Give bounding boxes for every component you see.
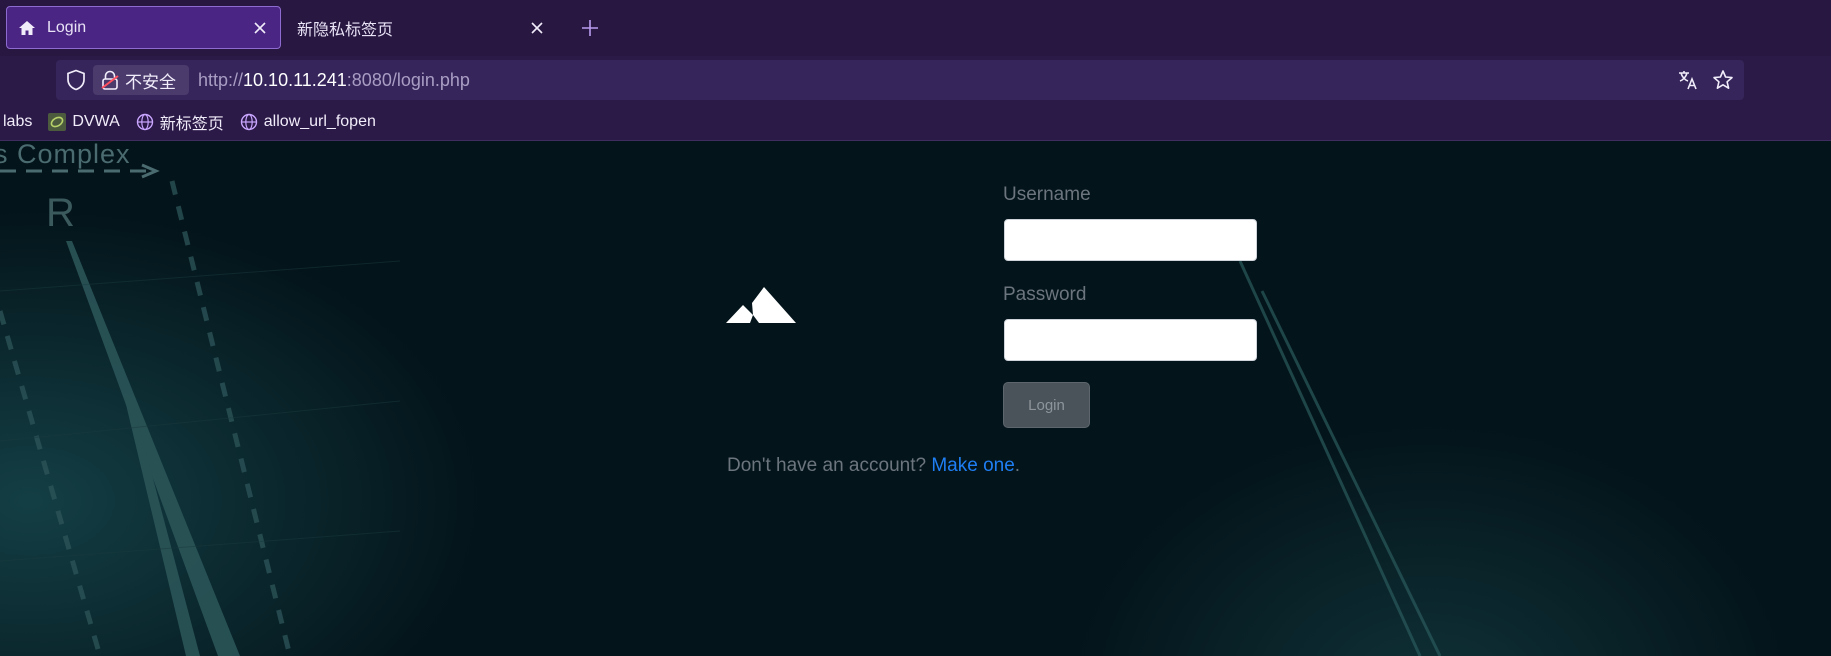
password-input[interactable]	[1004, 319, 1257, 361]
mountain-logo-icon	[726, 287, 796, 323]
signup-prompt-text: Don't have an account?	[727, 455, 932, 476]
bookmark-label: 新标签页	[159, 116, 224, 133]
address-bar[interactable]: 不安全 http://10.10.11.241:8080/login.php	[56, 60, 1744, 100]
bookmarks-bar: labs DVWA 新标签页 allow_url_fopen	[0, 104, 1831, 141]
bookmark-label: DVWA	[72, 113, 120, 130]
background-text: s Complex	[0, 141, 131, 169]
tab-title: 新隐私标签页	[297, 21, 394, 39]
shield-icon[interactable]	[64, 68, 88, 92]
url-path: :8080/login.php	[346, 70, 470, 90]
url-host: 10.10.11.241	[243, 70, 347, 90]
url-scheme: http://	[198, 70, 244, 90]
signup-suffix: .	[1014, 455, 1021, 476]
navigation-bar: 不安全 http://10.10.11.241:8080/login.php	[0, 56, 1831, 104]
bookmark-labs[interactable]: labs	[3, 113, 32, 131]
tab-private[interactable]: 新隐私标签页	[285, 6, 557, 49]
signup-prompt: Don't have an account? Make one.	[727, 455, 1020, 477]
password-label: Password	[1003, 284, 1087, 305]
login-page: s Complex R Username Password Login Don'…	[0, 141, 1831, 656]
bookmark-allow-url-fopen[interactable]: allow_url_fopen	[240, 113, 376, 131]
login-button[interactable]: Login	[1003, 382, 1090, 428]
globe-icon	[240, 113, 258, 131]
background-artwork	[0, 163, 1442, 656]
url-text[interactable]: http://10.10.11.241:8080/login.php	[198, 70, 470, 91]
close-icon[interactable]	[525, 16, 549, 40]
plus-icon	[582, 20, 598, 36]
globe-icon	[136, 113, 154, 131]
insecure-lock-icon	[101, 70, 119, 90]
tab-login[interactable]: Login	[6, 6, 281, 49]
bookmark-dvwa[interactable]: DVWA	[48, 113, 120, 131]
bookmark-label: allow_url_fopen	[263, 113, 376, 130]
tab-title: Login	[47, 18, 87, 36]
security-label: 不安全	[125, 72, 176, 92]
background-letter: R	[46, 191, 75, 235]
dvwa-icon	[48, 113, 67, 131]
tab-strip: Login 新隐私标签页	[0, 0, 1831, 56]
home-icon	[17, 18, 37, 38]
signup-link[interactable]: Make one	[931, 455, 1014, 476]
translate-icon[interactable]	[1676, 68, 1700, 92]
security-indicator[interactable]: 不安全	[93, 65, 189, 95]
bookmark-label: labs	[3, 113, 33, 130]
bookmark-new-tab[interactable]: 新标签页	[136, 110, 224, 134]
username-input[interactable]	[1004, 219, 1257, 261]
username-label: Username	[1003, 184, 1091, 205]
bookmark-star-icon[interactable]	[1711, 68, 1735, 92]
new-tab-button[interactable]	[577, 15, 603, 41]
close-icon[interactable]	[248, 16, 272, 40]
